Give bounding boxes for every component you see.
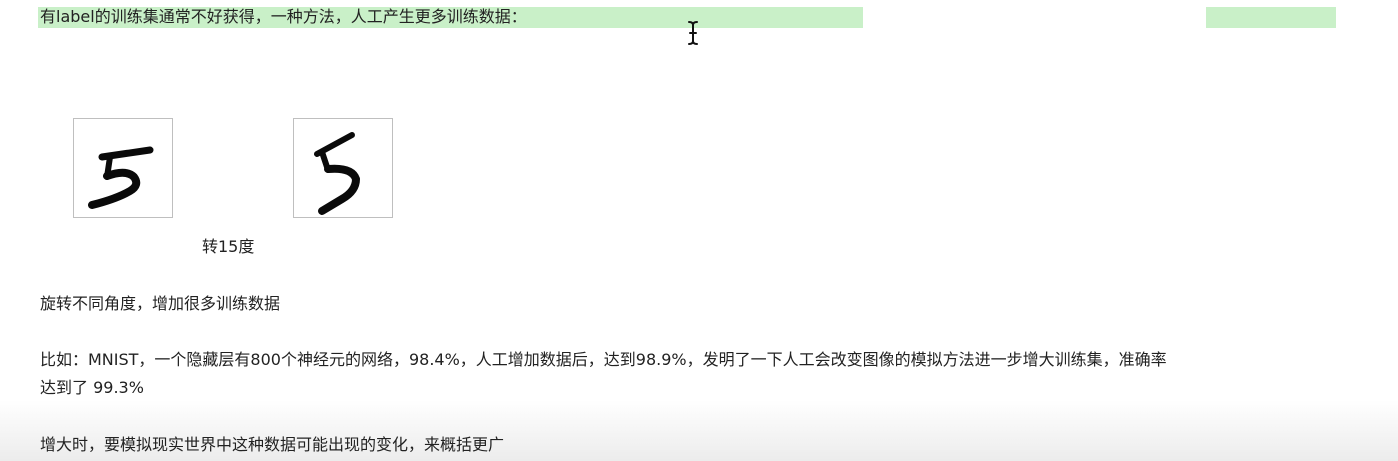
text-cursor-icon [688, 21, 698, 45]
rotate-note[interactable]: 旋转不同角度，增加很多训练数据 [40, 292, 280, 316]
digit-five-rotated [293, 118, 393, 218]
rotation-caption: 转15度 [202, 237, 255, 256]
intro-text[interactable]: 有label的训练集通常不好获得，一种方法，人工产生更多训练数据： [40, 5, 527, 29]
document-page: 有label的训练集通常不好获得，一种方法，人工产生更多训练数据： 转15度 旋… [0, 0, 1398, 461]
enlarge-note[interactable]: 增大时，要模拟现实世界中这种数据可能出现的变化，来概括更广 [40, 433, 504, 457]
digit-five-original-drawing [88, 146, 154, 209]
digit-five-original [73, 118, 173, 218]
selection-highlight-right [1206, 7, 1336, 28]
example-line-2[interactable]: 达到了 99.3% [40, 376, 144, 400]
example-line-1[interactable]: 比如：MNIST，一个隐藏层有800个神经元的网络，98.4%，人工增加数据后，… [40, 348, 1167, 372]
digit-five-rotated-drawing [314, 132, 360, 215]
